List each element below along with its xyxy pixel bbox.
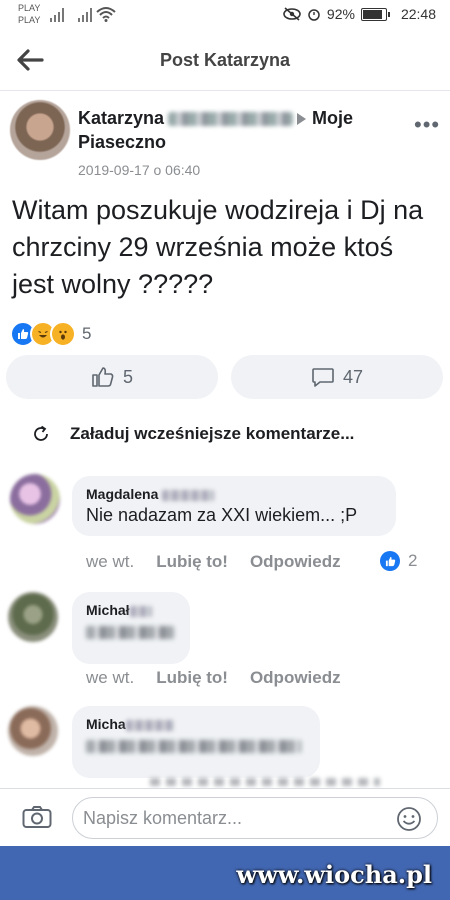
reactions-summary[interactable]: 5 [10,321,92,347]
carrier-label: PLAY [18,15,41,25]
battery-icon [360,7,390,21]
post-date[interactable]: 2019-09-17 o 06:40 [78,162,200,178]
comment-reactions[interactable]: 2 [380,551,417,571]
like-count: 5 [122,366,133,387]
clipped-comment-actions [150,778,380,786]
clock: 22:48 [400,6,436,22]
like-button[interactable]: 5 [6,355,218,399]
like-reaction-icon [380,551,400,571]
comment-bubble: Magdalena Nie nadazam za XXI wiekiem... … [72,476,396,536]
comment-like-button[interactable]: Lubię to! [156,552,228,572]
status-indicators: 92% 22:48 [283,6,436,22]
comment-author[interactable]: Micha [86,716,306,732]
alarm-icon [308,9,320,21]
avatar[interactable] [10,100,70,160]
comment-reply-button[interactable]: Odpowiedz [250,668,341,688]
comment-button[interactable]: 47 [231,355,443,399]
avatar[interactable] [10,474,60,524]
comment-author[interactable]: Magdalena [86,486,382,502]
avatar[interactable] [8,592,58,642]
wifi-icon [96,7,116,22]
comment-time[interactable]: we wt. [86,552,134,572]
status-bar: PLAY PLAY 92% 22:48 [0,0,450,32]
bottom-bar: www.wiocha.pl [0,846,450,900]
refresh-icon [34,425,48,441]
post-author-line: Katarzyna Moje Piaseczno [78,106,388,154]
caret-right-icon [297,113,307,126]
watermark: www.wiocha.pl [236,860,432,889]
eye-off-icon [283,7,301,21]
avatar[interactable] [8,706,58,756]
load-previous-comments[interactable]: Załaduj wcześniejsze komentarze... [32,424,354,444]
reaction-count: 5 [82,324,92,343]
page-title: Post Katarzyna [159,50,291,70]
comment-time[interactable]: we wt. [86,668,134,688]
comment-count: 47 [342,366,364,387]
carrier-label: PLAY [18,3,41,13]
author-name[interactable]: Katarzyna [78,108,164,128]
signal-icon [78,8,94,22]
battery-percent: 92% [326,6,355,22]
signal-icon [50,8,66,22]
comment-input[interactable] [72,797,438,839]
blurred-comment-text [86,740,301,753]
blurred-name [168,112,294,127]
top-header: Post Katarzyna [0,32,450,91]
comment-bubble: Micha [72,706,320,778]
comment-actions: we wt. Lubię to! Odpowiedz [86,668,341,688]
thumbs-up-icon [92,367,114,387]
more-options-icon[interactable]: ••• [414,112,440,138]
comment-icon [312,368,334,387]
comment-bubble: Michał [72,592,190,664]
camera-icon[interactable] [22,805,52,829]
blurred-comment-text [86,626,174,639]
wow-reaction-icon [50,321,76,347]
emoji-icon[interactable] [396,806,422,832]
comment-reaction-count: 2 [408,551,418,570]
comment-composer [0,788,450,847]
comment-reply-button[interactable]: Odpowiedz [250,552,341,572]
comment-actions: we wt. Lubię to! Odpowiedz [86,552,341,572]
comment-author[interactable]: Michał [86,602,176,618]
load-previous-label: Załaduj wcześniejsze komentarze... [70,424,355,443]
comment-like-button[interactable]: Lubię to! [156,668,228,688]
post-text: Witam poszukuje wodzireja i Dj na chrzci… [12,195,424,299]
comment-text: Nie nadazam za XXI wiekiem... ;P [86,505,358,525]
